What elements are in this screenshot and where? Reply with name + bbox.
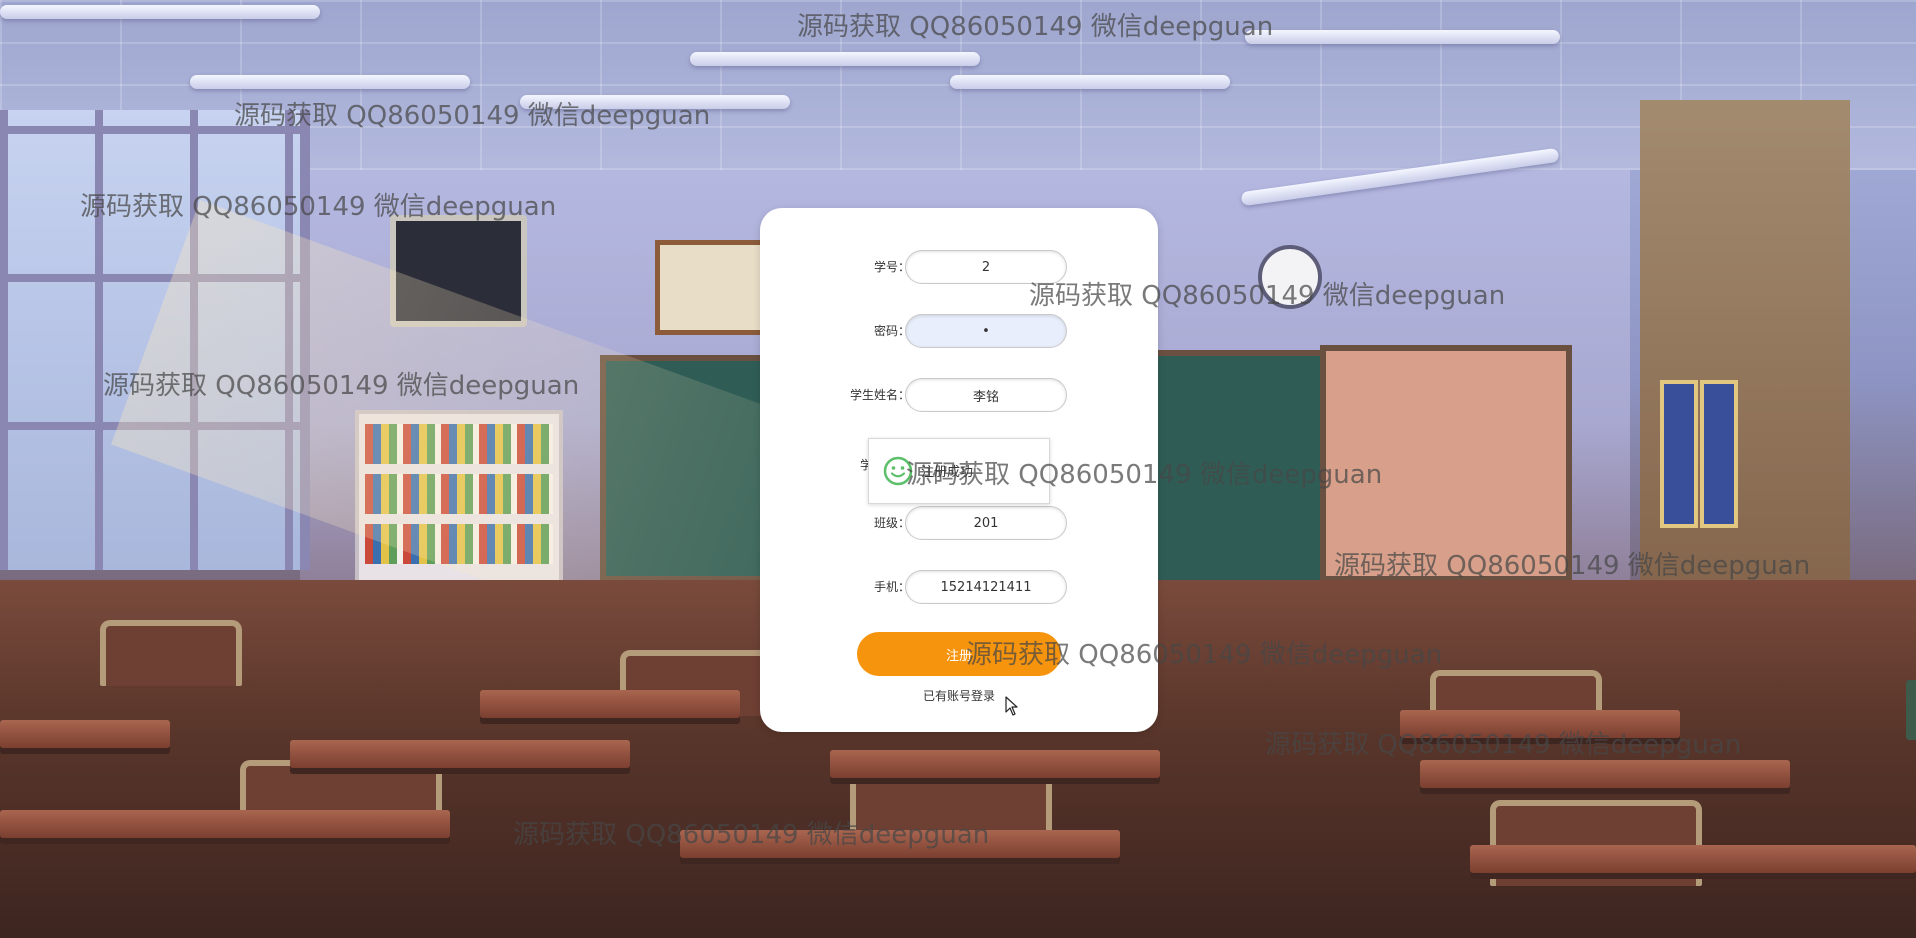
watermark: 源码获取 QQ86050149 微信deepguan [966, 640, 1443, 670]
watermark: 源码获取 QQ86050149 微信deepguan [906, 460, 1383, 490]
watermark: 源码获取 QQ86050149 微信deepguan [797, 12, 1274, 42]
watermark: 源码获取 QQ86050149 微信deepguan [103, 371, 580, 401]
class-input[interactable] [905, 506, 1067, 540]
student-name-input[interactable] [905, 378, 1067, 412]
login-link[interactable]: 已有账号登录 [760, 687, 1158, 704]
side-edge-handle [1906, 680, 1916, 740]
student-name-row: 学生姓名： [760, 378, 1158, 412]
password-row: 密码： [760, 314, 1158, 348]
watermark: 源码获取 QQ86050149 微信deepguan [1334, 551, 1811, 581]
watermark: 源码获取 QQ86050149 微信deepguan [1265, 730, 1742, 760]
password-input[interactable] [905, 314, 1067, 348]
watermark: 源码获取 QQ86050149 微信deepguan [234, 101, 711, 131]
phone-input[interactable] [905, 570, 1067, 604]
watermark: 源码获取 QQ86050149 微信deepguan [80, 192, 557, 222]
watermark: 源码获取 QQ86050149 微信deepguan [1029, 281, 1506, 311]
mouse-cursor-icon [1005, 696, 1018, 716]
student-name-label: 学生姓名： [849, 388, 910, 402]
class-row: 班级： [760, 506, 1158, 540]
watermark: 源码获取 QQ86050149 微信deepguan [513, 820, 990, 850]
phone-row: 手机： [760, 570, 1158, 604]
